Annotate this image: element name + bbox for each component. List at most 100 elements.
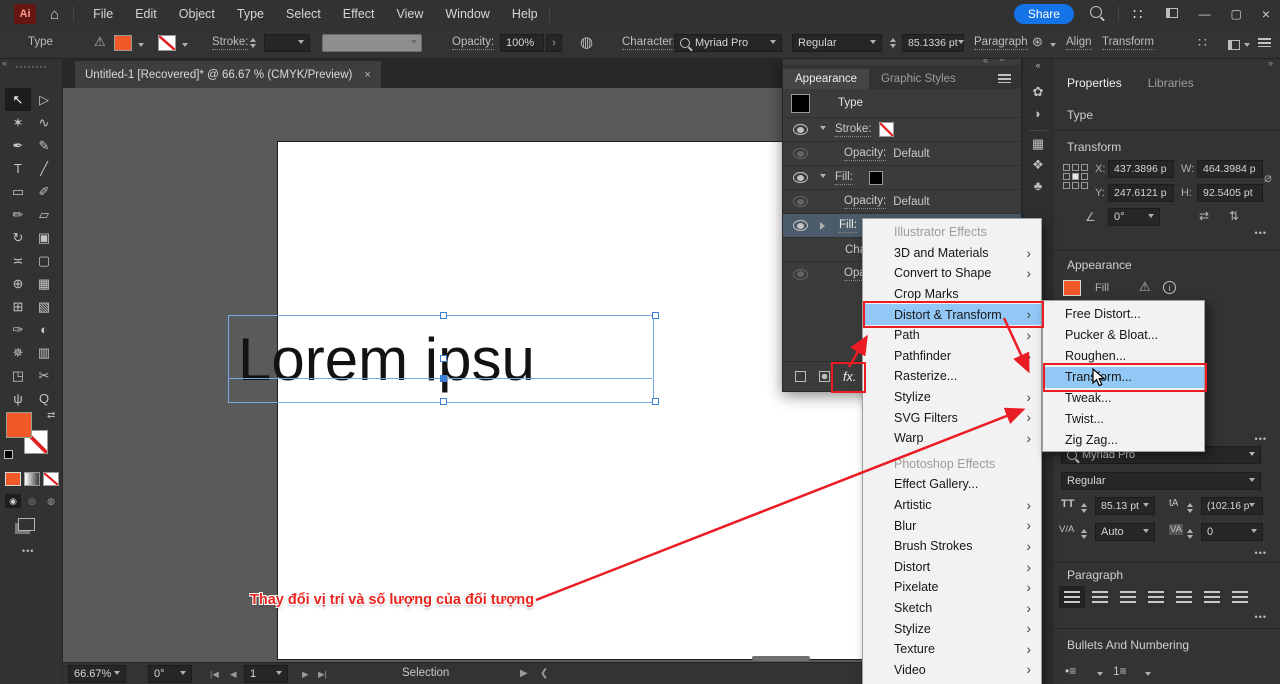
symbols-panel-icon[interactable]: ♣ (1023, 178, 1053, 193)
none-mode-button[interactable] (43, 472, 59, 486)
appearance-more-options[interactable]: ••• (1255, 434, 1267, 444)
shape-builder-tool[interactable]: ⊕ (5, 272, 31, 295)
menu-item-distort[interactable]: Distort (863, 557, 1041, 578)
dock-panel-icon[interactable] (1228, 37, 1240, 55)
next-artboard-icon[interactable]: ▶ (302, 669, 309, 680)
restore-button[interactable]: ▢ (1220, 7, 1251, 21)
w-field[interactable]: 464.3984 p (1197, 160, 1263, 178)
arrange-documents-icon[interactable] (1156, 5, 1188, 23)
eyedropper-tool[interactable]: ✑ (5, 318, 31, 341)
status-back-icon[interactable]: ❮ (540, 668, 548, 679)
leading-field[interactable]: (102.16 p (1201, 497, 1263, 515)
submenu-item-roughen[interactable]: Roughen... (1043, 346, 1204, 367)
app-logo-icon[interactable]: Ai (14, 4, 36, 24)
menu-select[interactable]: Select (275, 7, 332, 21)
type-tool[interactable]: T (5, 157, 31, 180)
stroke-weight-stepper[interactable] (250, 35, 256, 51)
expand-icon[interactable] (820, 126, 826, 133)
menu-item-warp[interactable]: Warp (863, 428, 1041, 449)
menu-item-video[interactable]: Video (863, 659, 1041, 680)
visibility-eye-icon[interactable] (793, 269, 808, 280)
gradient-tool[interactable]: ▧ (31, 295, 57, 318)
appearance-fill-label[interactable]: Fill (1095, 282, 1109, 294)
selection-handle[interactable] (440, 355, 447, 362)
paragraph-label[interactable]: Paragraph (974, 36, 1028, 50)
font-style-field[interactable]: Regular (792, 34, 882, 52)
font-size-field[interactable]: 85.1336 pt (902, 34, 964, 52)
menu-type[interactable]: Type (226, 7, 275, 21)
tab-graphic-styles[interactable]: Graphic Styles (869, 69, 968, 89)
draw-behind-button[interactable]: ◎ (24, 494, 40, 508)
bullet-list-icon[interactable]: •≡ (1065, 664, 1076, 678)
appearance-row-type[interactable]: Type (783, 89, 1021, 118)
symbol-sprayer-tool[interactable]: ✵ (5, 341, 31, 364)
props-font-style-field[interactable]: Regular (1061, 472, 1261, 490)
share-button[interactable]: Share (1014, 4, 1074, 24)
y-field[interactable]: 247.6121 p (1108, 184, 1174, 202)
selection-handle[interactable] (440, 312, 447, 319)
menu-window[interactable]: Window (434, 7, 500, 21)
rectangle-tool[interactable]: ▭ (5, 180, 31, 203)
menu-view[interactable]: View (386, 7, 435, 21)
menu-effect[interactable]: Effect (332, 7, 386, 21)
default-fill-stroke-icon[interactable] (4, 446, 13, 464)
opacity-field[interactable]: 100% (500, 34, 544, 52)
zoom-tool[interactable]: Q (31, 387, 57, 410)
menu-item-brush-strokes[interactable]: Brush Strokes (863, 536, 1041, 557)
appearance-row-fill-opacity[interactable]: Opacity: Default (783, 190, 1021, 214)
appearance-row-stroke-opacity[interactable]: Opacity: Default (783, 142, 1021, 166)
direct-selection-tool[interactable]: ▷ (31, 88, 57, 111)
menu-item-texture[interactable]: Texture (863, 639, 1041, 660)
visibility-eye-icon[interactable] (793, 172, 808, 183)
zoom-level-field[interactable]: 66.67% (68, 665, 126, 683)
home-icon[interactable]: ⌂ (36, 6, 73, 23)
submenu-item-tweak[interactable]: Tweak... (1043, 388, 1204, 409)
scale-tool[interactable]: ▣ (31, 226, 57, 249)
workspace-icon[interactable]: ∷ (1119, 5, 1157, 23)
eraser-tool[interactable]: ▱ (31, 203, 57, 226)
first-artboard-icon[interactable]: |◀ (210, 669, 219, 680)
control-bar-menu-icon[interactable] (1258, 38, 1271, 47)
artboard-number-field[interactable]: 1 (244, 665, 288, 683)
menu-item-distort-and-transform[interactable]: Distort & Transform (863, 304, 1041, 325)
transform-label[interactable]: Transform (1102, 36, 1154, 50)
align-label[interactable]: Align (1066, 36, 1092, 50)
recolor-artwork-icon[interactable]: ◍ (580, 33, 593, 51)
menu-edit[interactable]: Edit (124, 7, 168, 21)
dock-panel-dropdown-icon[interactable] (1244, 43, 1250, 50)
menu-item-stylize[interactable]: Stylize (863, 387, 1041, 408)
transform-more-options[interactable]: ••• (1255, 228, 1267, 238)
mesh-tool[interactable]: ⊞ (5, 295, 31, 318)
dock-collapse-icon[interactable]: « (1023, 60, 1053, 70)
font-size-stepper[interactable] (890, 35, 896, 51)
horizontal-scrollbar[interactable] (752, 656, 810, 661)
shaper-tool[interactable]: ✏ (5, 203, 31, 226)
menu-item-artistic[interactable]: Artistic (863, 495, 1041, 516)
menu-item-rasterize[interactable]: Rasterize... (863, 366, 1041, 387)
character-label[interactable]: Character: (622, 36, 676, 50)
rotate-tool[interactable]: ↻ (5, 226, 31, 249)
color-panel-icon[interactable]: ✿ (1023, 84, 1053, 100)
menu-item-3d-and-materials[interactable]: 3D and Materials (863, 243, 1041, 264)
bullet-list-dropdown-icon[interactable] (1097, 672, 1103, 679)
close-button[interactable]: × (1252, 6, 1280, 22)
fill-dropdown-icon[interactable] (138, 43, 144, 50)
leading-stepper[interactable] (1187, 500, 1193, 516)
opacity-more-button[interactable]: › (546, 34, 562, 52)
glyph-panel-dropdown-icon[interactable] (1050, 43, 1056, 50)
width-tool[interactable]: ≍ (5, 249, 31, 272)
visibility-eye-icon[interactable] (793, 148, 808, 159)
screen-mode-icon[interactable] (18, 518, 35, 536)
fill-swatch[interactable] (6, 412, 32, 438)
props-font-size-field[interactable]: 85.13 pt (1095, 497, 1155, 515)
menu-item-pathfinder[interactable]: Pathfinder (863, 346, 1041, 367)
draw-inside-button[interactable]: ◍ (43, 494, 59, 508)
paintbrush-tool[interactable]: ✐ (31, 180, 57, 203)
tab-appearance[interactable]: Appearance (783, 69, 869, 89)
appearance-row-fill[interactable]: Fill: (783, 166, 1021, 190)
add-fill-icon[interactable] (819, 371, 830, 382)
free-transform-tool[interactable]: ▢ (31, 249, 57, 272)
hand-tool[interactable]: ψ (5, 387, 31, 410)
kerning-field[interactable]: Auto (1095, 523, 1155, 541)
align-left-button[interactable] (1059, 586, 1085, 608)
